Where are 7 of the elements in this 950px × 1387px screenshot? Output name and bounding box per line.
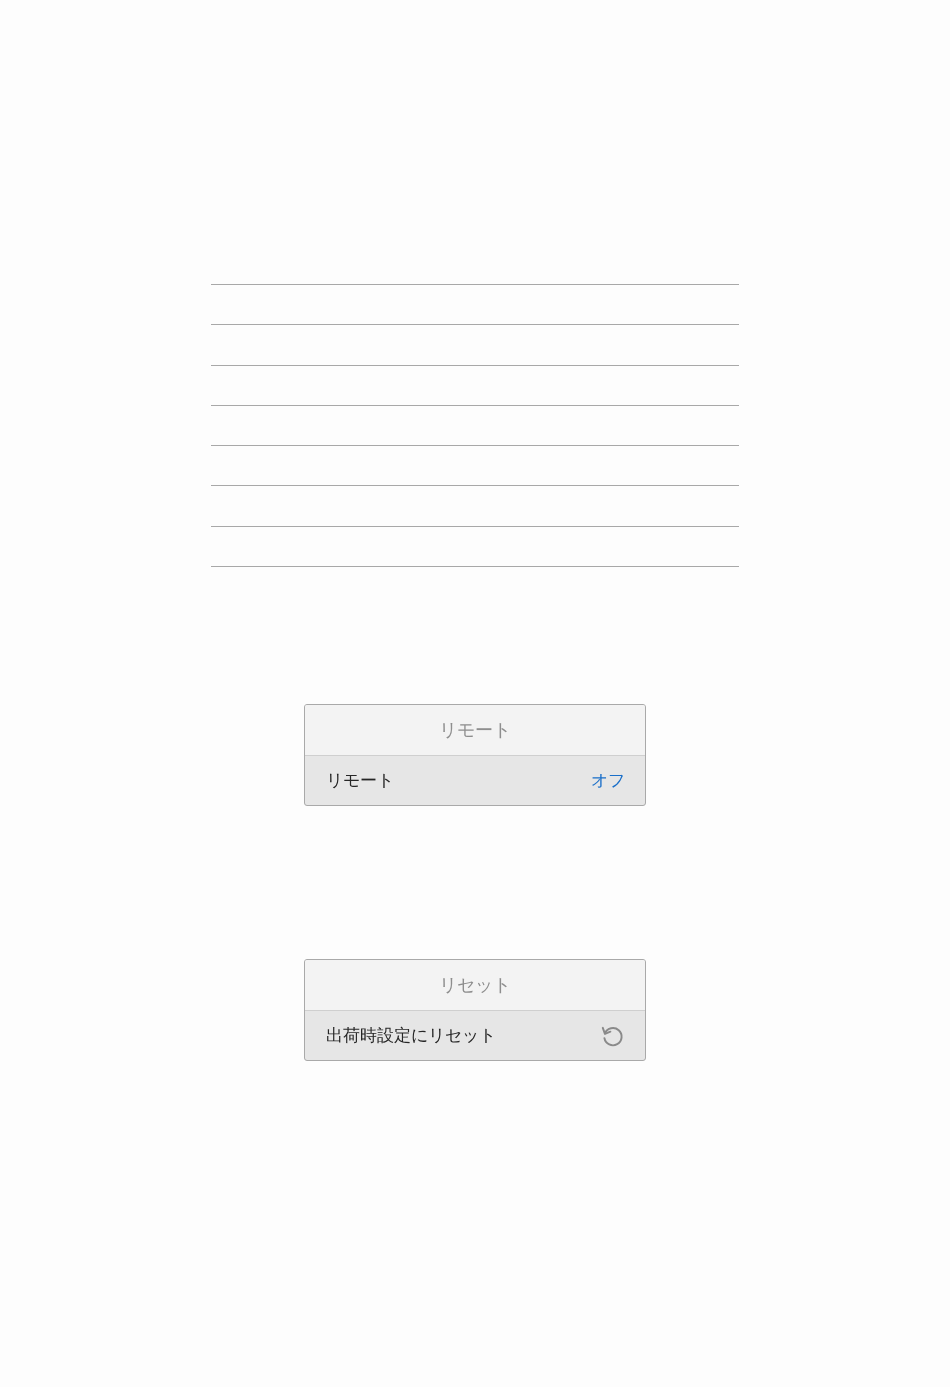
setting-row[interactable]: リモート オフ <box>305 756 645 806</box>
panel-title: リセット <box>439 973 511 998</box>
setting-row[interactable]: 出荷時設定にリセット <box>305 1011 645 1061</box>
setting-label: リモート <box>326 769 394 793</box>
panel-title: リモート <box>439 718 511 743</box>
setting-label: 出荷時設定にリセット <box>326 1024 496 1048</box>
setting-value[interactable]: オフ <box>591 769 625 793</box>
